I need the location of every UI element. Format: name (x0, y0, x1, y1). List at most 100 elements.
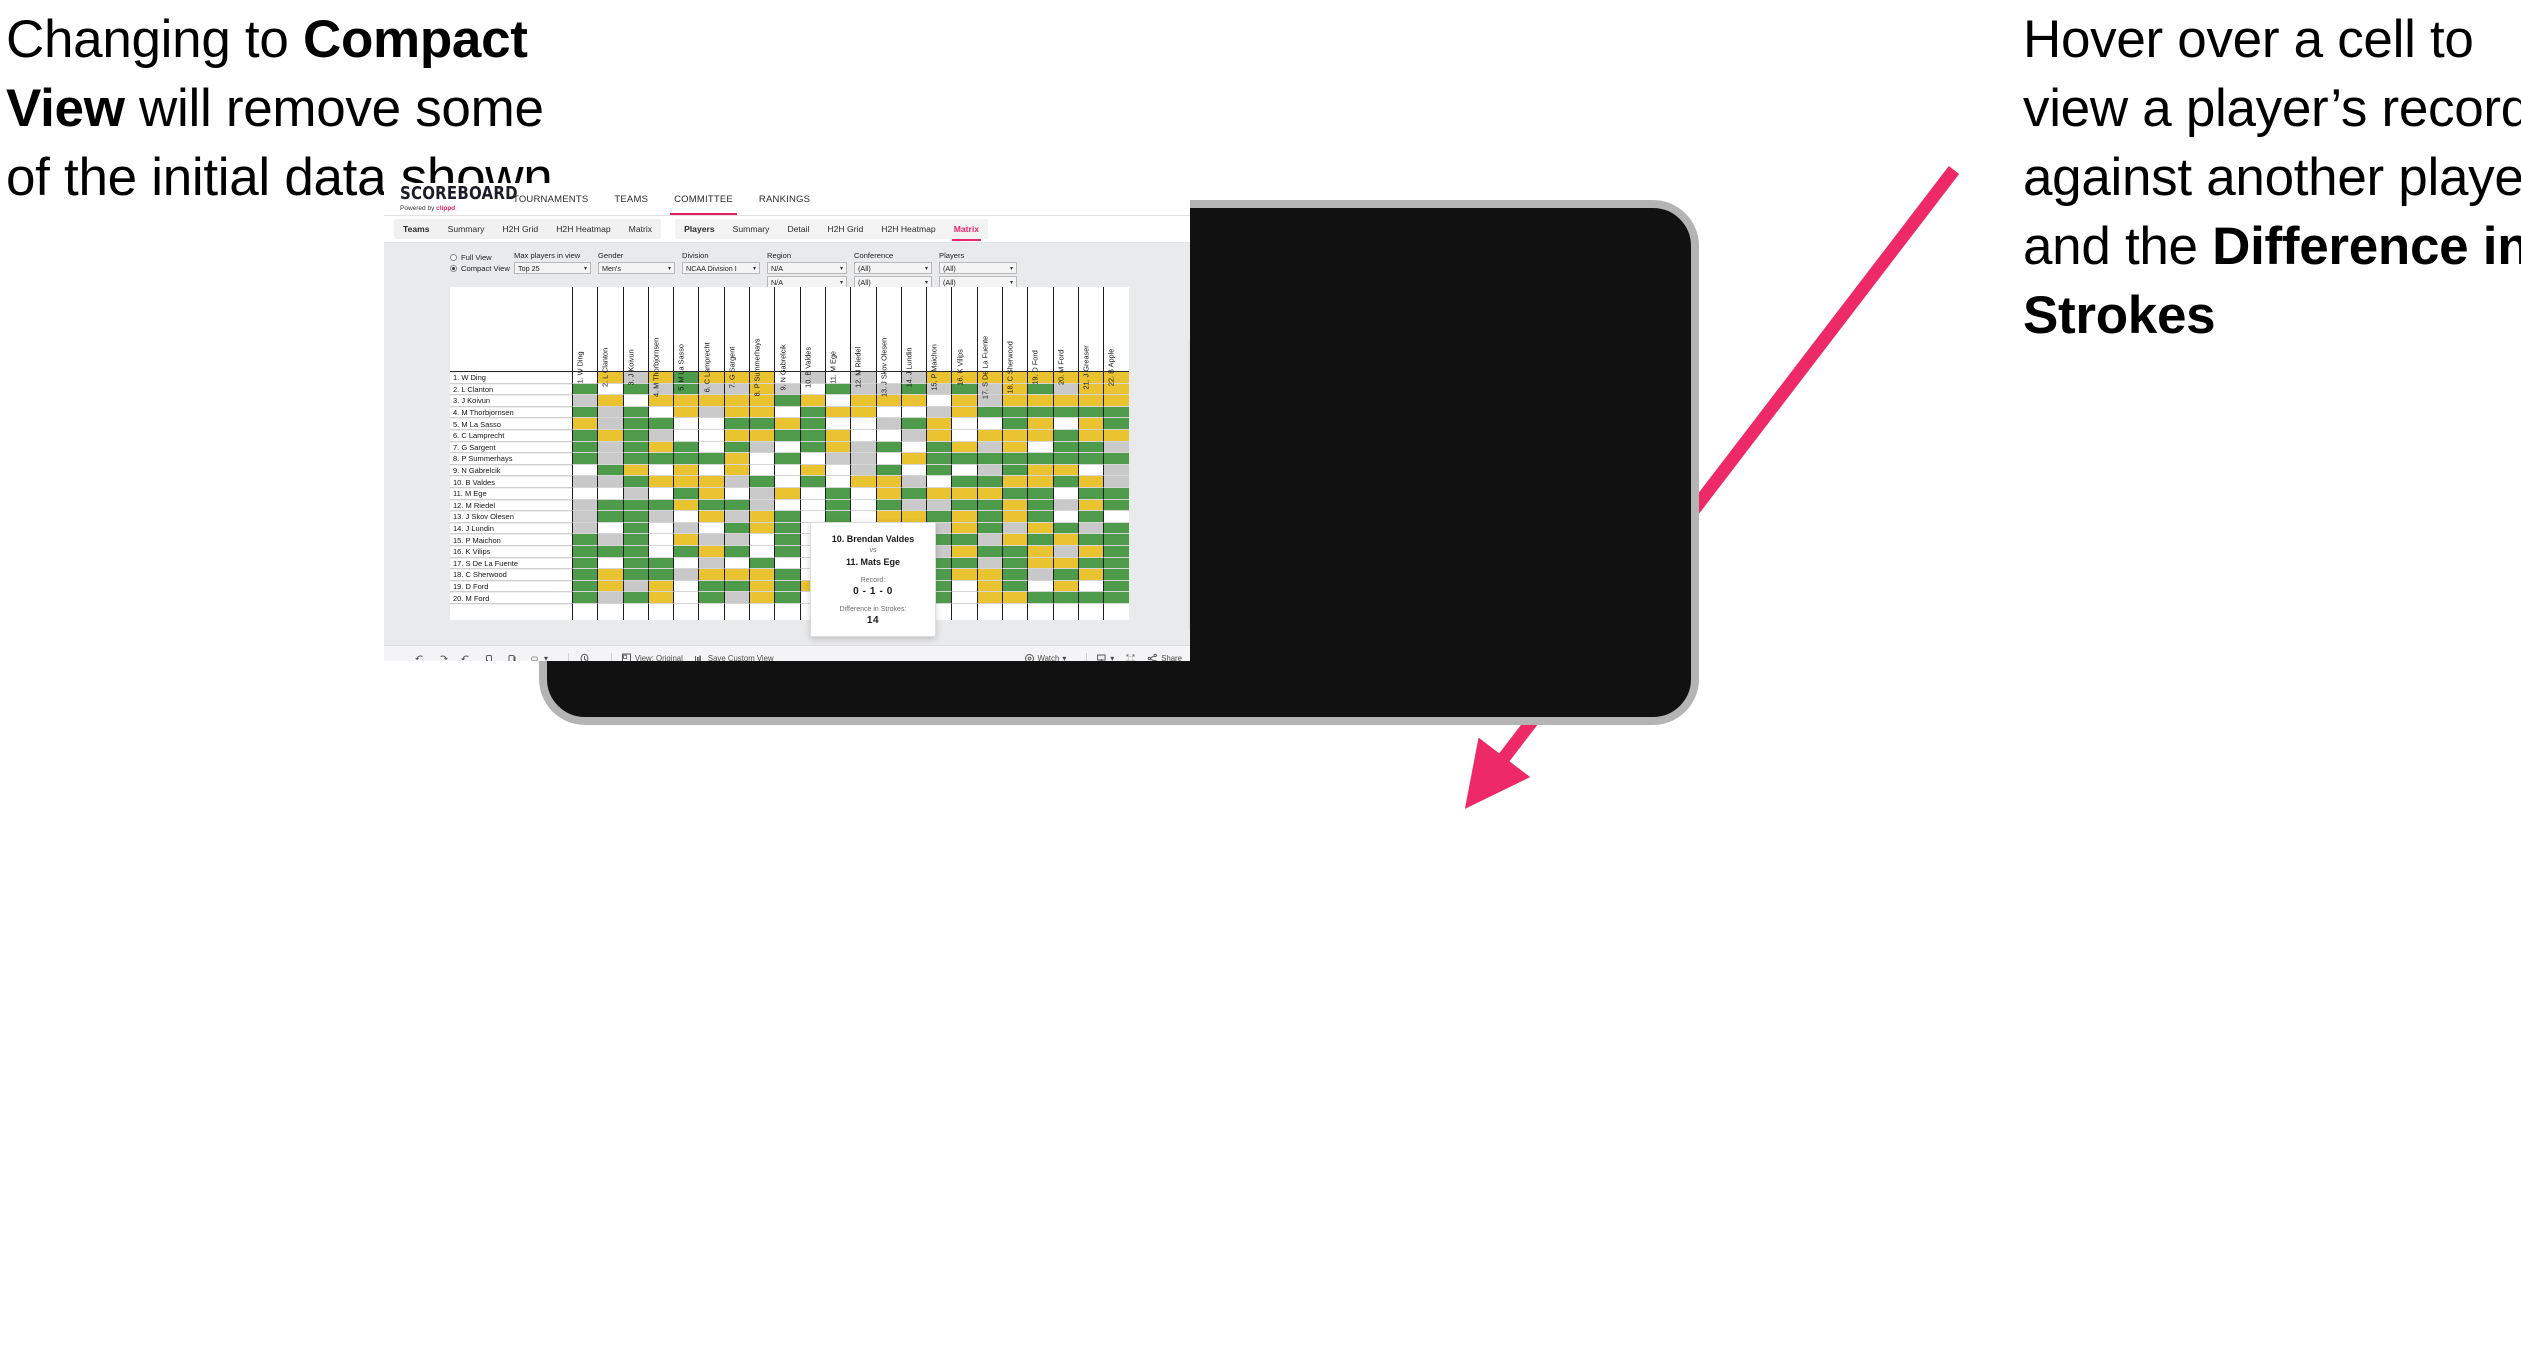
matrix-cell[interactable] (1002, 522, 1028, 535)
matrix-cell[interactable] (673, 592, 699, 604)
matrix-cell[interactable] (1002, 441, 1028, 454)
matrix-cell[interactable] (951, 569, 977, 581)
matrix-cell[interactable] (1103, 522, 1129, 535)
matrix-cell[interactable] (647, 522, 674, 535)
matrix-cell[interactable] (647, 429, 674, 442)
matrix-cell[interactable] (723, 569, 750, 581)
matrix-cell[interactable] (1002, 499, 1028, 512)
matrix-cell[interactable] (698, 534, 724, 546)
matrix-cell[interactable] (774, 569, 800, 581)
matrix-cell[interactable] (951, 511, 977, 523)
matrix-cell[interactable] (1052, 522, 1078, 535)
matrix-cell[interactable] (749, 557, 775, 570)
matrix-cell[interactable] (1077, 429, 1104, 442)
matrix-column-header[interactable]: 17. S De La Fuente (976, 287, 1003, 399)
matrix-cell[interactable] (1027, 395, 1053, 407)
matrix-cell[interactable] (673, 580, 699, 593)
matrix-column-header[interactable]: 12. M Riedel (850, 287, 876, 387)
matrix-cell[interactable] (976, 511, 1003, 523)
matrix-cell[interactable] (900, 453, 927, 465)
matrix-column-header[interactable]: 3. J Koivun (622, 287, 648, 385)
nav-item-tournaments[interactable]: TOURNAMENTS (500, 183, 601, 215)
alert-clock-icon[interactable] (578, 652, 591, 661)
matrix-cell[interactable] (647, 545, 674, 558)
matrix-cell[interactable] (1002, 453, 1028, 465)
matrix-cell[interactable] (951, 453, 977, 465)
matrix-cell[interactable] (951, 592, 977, 604)
matrix-cell[interactable] (673, 534, 699, 546)
matrix-cell[interactable] (723, 592, 750, 604)
matrix-cell[interactable] (698, 406, 724, 419)
matrix-cell[interactable] (749, 476, 775, 488)
matrix-cell[interactable] (647, 592, 674, 604)
matrix-cell[interactable] (673, 441, 699, 454)
matrix-row-label[interactable]: 18. C Sherwood (450, 569, 572, 581)
matrix-cell[interactable] (1002, 429, 1028, 442)
matrix-cell[interactable] (926, 487, 952, 500)
matrix-cell[interactable] (976, 557, 1003, 570)
matrix-cell[interactable] (622, 499, 648, 512)
matrix-cell[interactable] (1052, 476, 1078, 488)
matrix-cell[interactable] (1077, 522, 1104, 535)
matrix-cell[interactable] (1027, 429, 1053, 442)
matrix-cell[interactable] (1103, 511, 1129, 523)
matrix-cell[interactable] (622, 545, 648, 558)
tab-players[interactable]: Players (675, 219, 724, 239)
matrix-cell[interactable] (723, 511, 750, 523)
matrix-row-label[interactable]: 17. S De La Fuente (450, 557, 572, 570)
matrix-cell[interactable] (723, 522, 750, 535)
matrix-cell[interactable] (622, 569, 648, 581)
matrix-cell[interactable] (1052, 395, 1078, 407)
tab-teams-h2h-heatmap[interactable]: H2H Heatmap (547, 219, 619, 239)
matrix-cell[interactable] (1027, 476, 1053, 488)
matrix-column-header[interactable]: 11. M Ege (824, 287, 851, 383)
matrix-cell[interactable] (572, 476, 598, 488)
matrix-cell[interactable] (875, 441, 901, 454)
tab-teams-h2h-grid[interactable]: H2H Grid (493, 219, 547, 239)
filter-region-select[interactable]: N/A ▾ (767, 262, 847, 274)
matrix-cell[interactable] (1027, 499, 1053, 512)
matrix-cell[interactable] (698, 511, 724, 523)
matrix-cell[interactable] (572, 545, 598, 558)
matrix-row-label[interactable]: 6. C Lamprecht (450, 429, 572, 442)
matrix-cell[interactable] (698, 522, 724, 535)
matrix-cell[interactable] (1103, 580, 1129, 593)
matrix-cell[interactable] (976, 441, 1003, 454)
matrix-cell[interactable] (572, 522, 598, 535)
matrix-cell[interactable] (1027, 441, 1053, 454)
matrix-cell[interactable] (1002, 476, 1028, 488)
matrix-cell[interactable] (1077, 592, 1104, 604)
matrix-cell[interactable] (673, 464, 699, 477)
matrix-cell[interactable] (875, 429, 901, 442)
matrix-cell[interactable] (951, 557, 977, 570)
matrix-cell[interactable] (1077, 557, 1104, 570)
matrix-cell[interactable] (1052, 534, 1078, 546)
watch-button[interactable]: Watch ▾ (1024, 653, 1066, 661)
matrix-cell[interactable] (1002, 592, 1028, 604)
matrix-cell[interactable] (1077, 406, 1104, 419)
matrix-cell[interactable] (597, 557, 623, 570)
redo-icon[interactable] (437, 653, 449, 662)
matrix-row-label[interactable]: 13. J Skov Olesen (450, 511, 572, 523)
matrix-cell[interactable] (647, 557, 674, 570)
matrix-cell[interactable] (1052, 418, 1078, 430)
app-logo[interactable]: SCOREBOARD Powered by clippd (384, 184, 518, 212)
matrix-cell[interactable] (597, 464, 623, 477)
matrix-cell[interactable] (926, 441, 952, 454)
matrix-column-header[interactable]: 20. M Ford (1052, 287, 1078, 385)
matrix-cell[interactable] (951, 487, 977, 500)
matrix-cell[interactable] (900, 499, 927, 512)
matrix-cell[interactable] (1052, 557, 1078, 570)
matrix-cell[interactable] (647, 499, 674, 512)
matrix-cell[interactable] (824, 511, 851, 523)
matrix-cell[interactable] (1027, 487, 1053, 500)
matrix-cell[interactable] (673, 545, 699, 558)
matrix-cell[interactable] (698, 580, 724, 593)
matrix-cell[interactable] (749, 569, 775, 581)
matrix-cell[interactable] (875, 487, 901, 500)
tab-players-summary[interactable]: Summary (724, 219, 779, 239)
matrix-cell[interactable] (976, 522, 1003, 535)
matrix-column-header[interactable]: 2. L Clanton (597, 287, 623, 387)
matrix-cell[interactable] (1077, 441, 1104, 454)
matrix-cell[interactable] (774, 522, 800, 535)
